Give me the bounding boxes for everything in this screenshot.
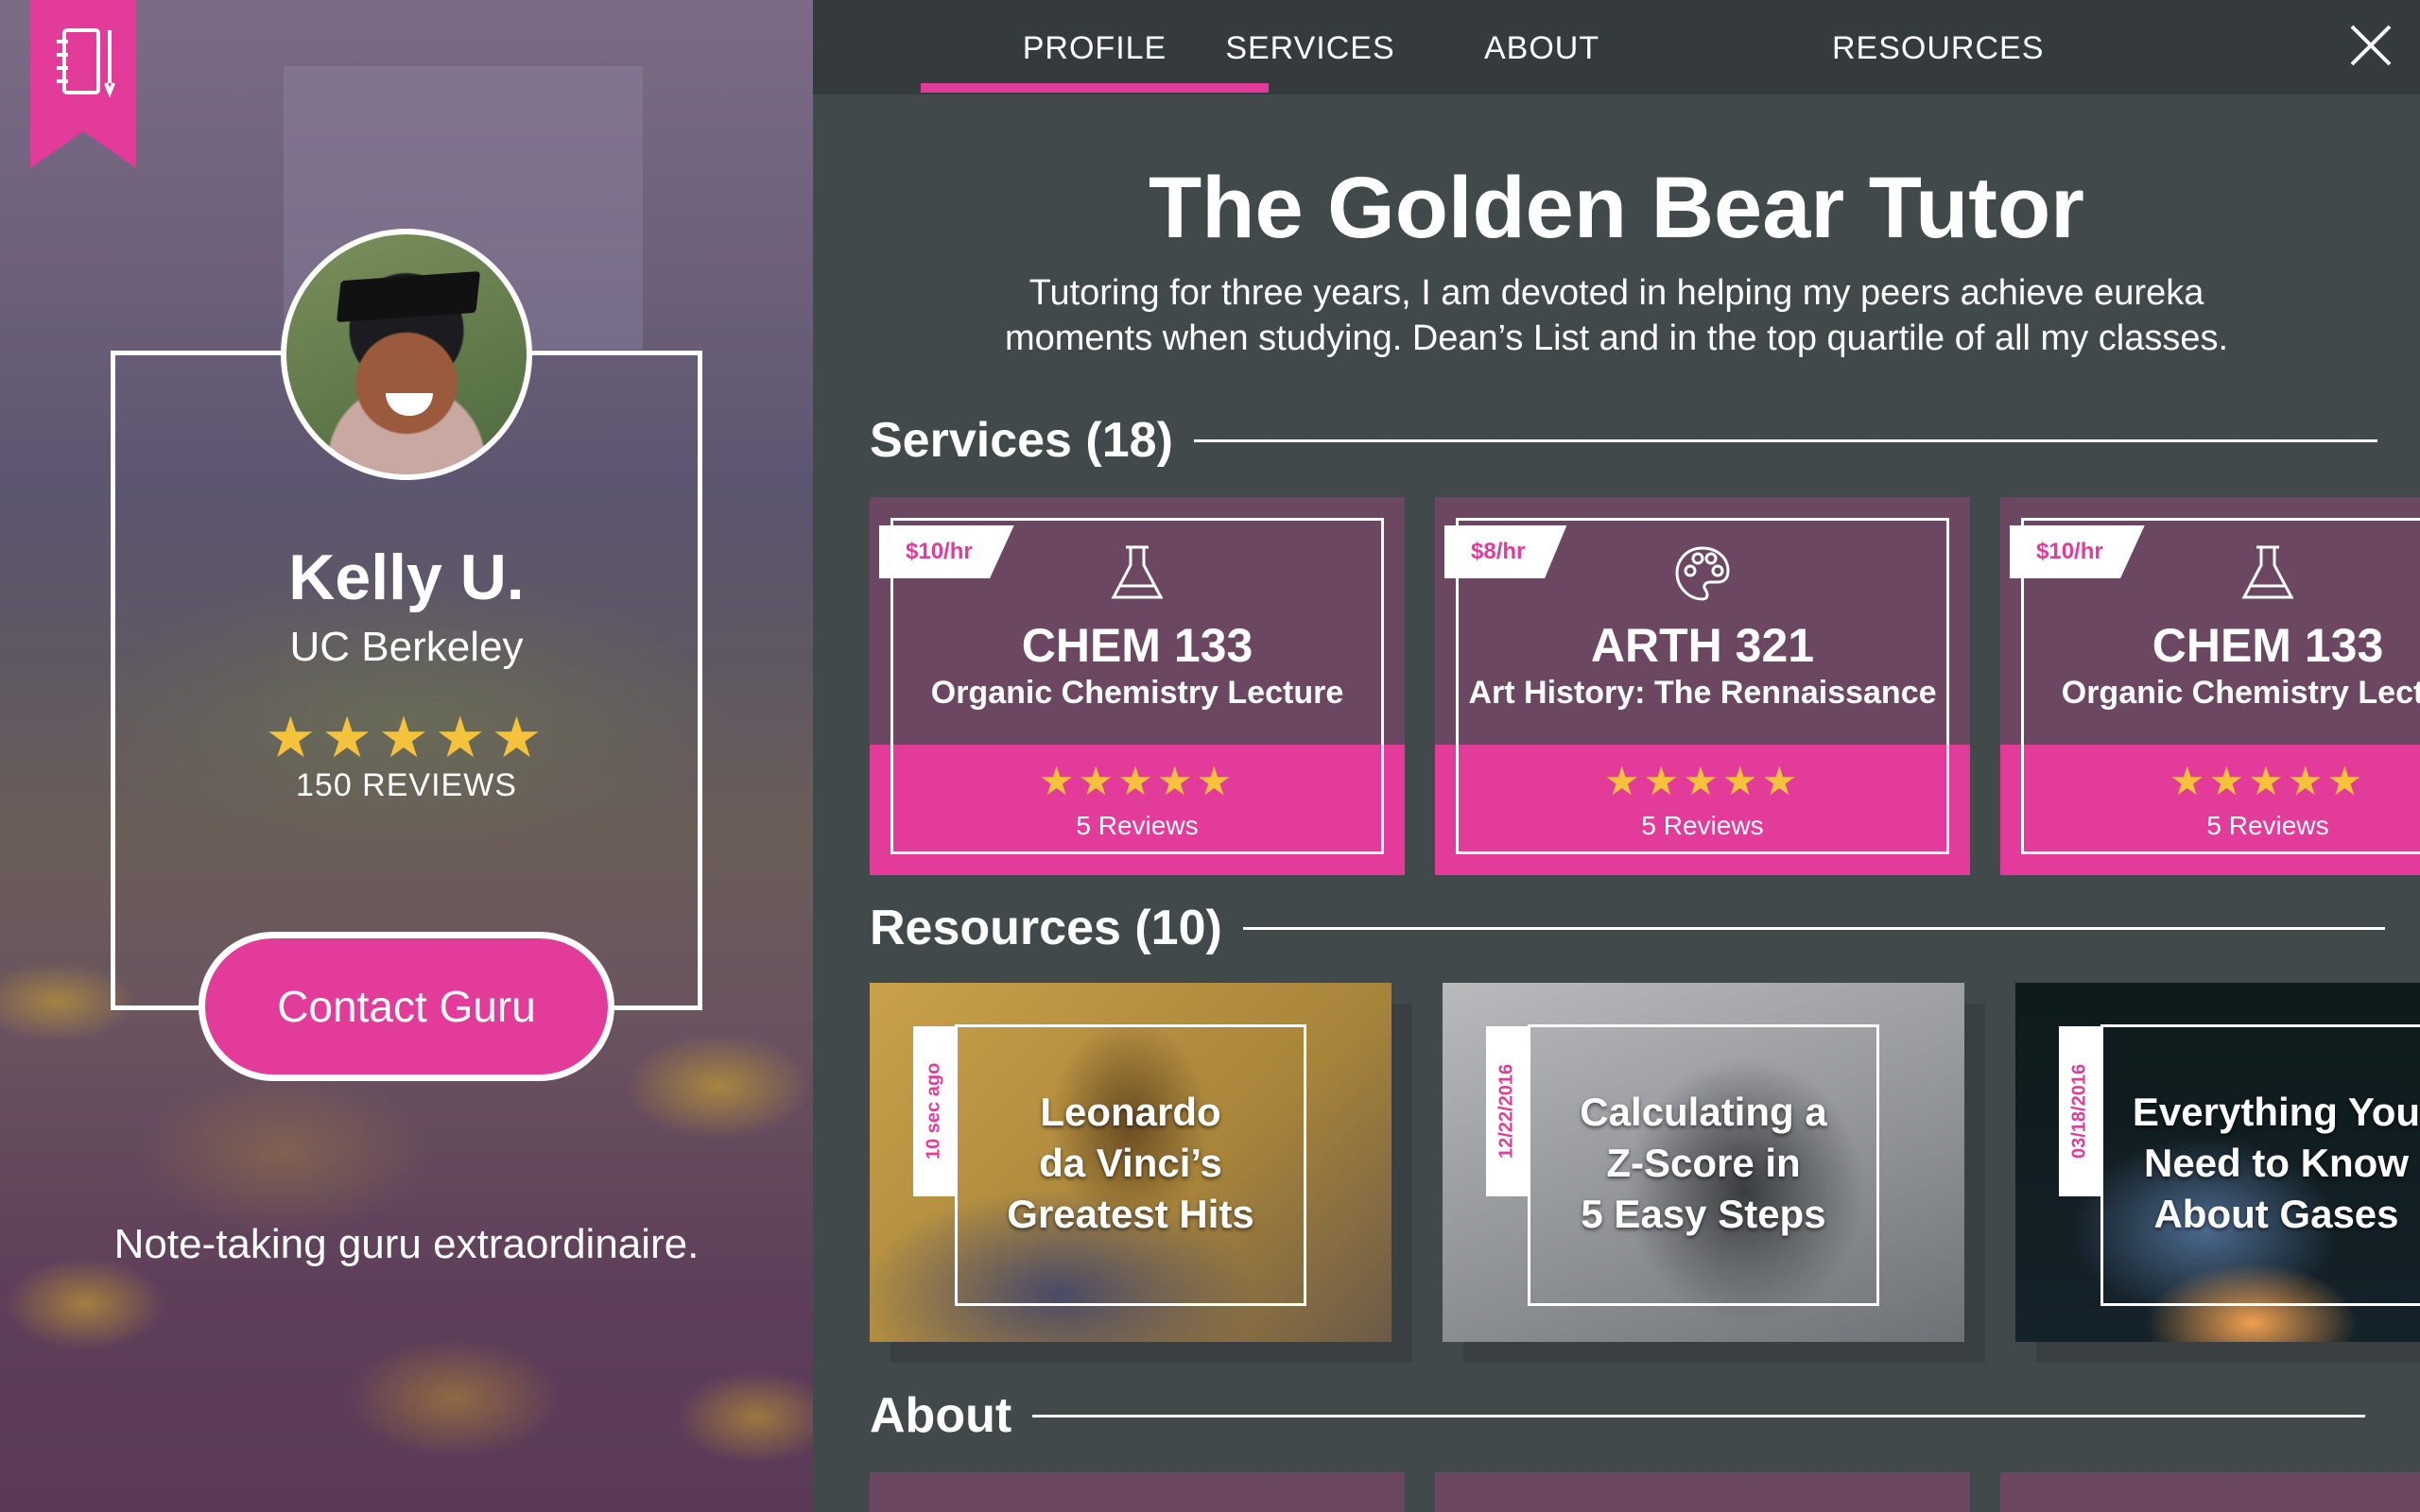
about-card[interactable] <box>2000 1472 2420 1512</box>
course-code: ARTH 321 <box>1590 619 1815 672</box>
main-panel: PROFILE SERVICES ABOUT RESOURCES The Gol… <box>813 0 2420 1512</box>
rating-stars: ★★★★★ <box>2169 759 2367 803</box>
active-tab-indicator <box>921 83 1269 93</box>
contact-guru-button[interactable]: Contact Guru <box>199 932 614 1081</box>
tutor-school: UC Berkeley <box>289 624 524 670</box>
about-card[interactable] <box>870 1472 1405 1512</box>
close-icon[interactable] <box>2348 23 2394 68</box>
about-heading: About <box>870 1387 2420 1444</box>
avatar <box>281 229 532 480</box>
top-nav: PROFILE SERVICES ABOUT RESOURCES <box>813 0 2420 94</box>
rating-stars: ★★★★★ <box>1038 759 1236 803</box>
review-count: 5 Reviews <box>1076 811 1199 840</box>
resource-date: 12/22/2016 <box>1486 1026 1528 1196</box>
about-card[interactable] <box>1435 1472 1970 1512</box>
course-code: CHEM 133 <box>1021 619 1253 672</box>
resource-title: Leonardo da Vinci’s Greatest Hits <box>1007 1090 1254 1236</box>
service-card[interactable]: $10/hr CHEM 133 Organic Chemistry Lectur… <box>870 497 1405 875</box>
flask-icon <box>2241 545 2294 599</box>
review-count[interactable]: 150 REVIEWS <box>0 767 813 804</box>
service-card[interactable]: $10/hr CHEM 133 Organic Chemistry Lectur… <box>2000 497 2420 875</box>
tab-about[interactable]: ABOUT <box>1484 30 1599 67</box>
resource-card[interactable]: 03/18/2016 Everything You Need to Know A… <box>2015 983 2420 1342</box>
resource-title: Calculating a Z-Score in 5 Easy Steps <box>1580 1090 1827 1236</box>
tutor-tagline: Note-taking guru extraordinaire. <box>113 1221 700 1267</box>
tutor-name: Kelly U. <box>288 541 525 613</box>
rating-stars: ★★★★★ <box>1603 759 1802 803</box>
flask-icon <box>1111 545 1164 599</box>
palette-icon <box>1675 546 1730 601</box>
rating-stars: ★★★★★ <box>265 706 548 769</box>
services-heading: Services (18) <box>870 412 2420 469</box>
tab-services[interactable]: SERVICES <box>1136 30 1484 67</box>
course-subject: Organic Chemistry Lecture <box>2061 675 2420 711</box>
bookmark-badge[interactable] <box>30 0 136 168</box>
resources-heading: Resources (10) <box>870 900 2420 956</box>
resource-card[interactable]: 10 sec ago Leonardo da Vinci’s Greatest … <box>870 983 1392 1342</box>
resource-date: 10 sec ago <box>913 1026 955 1196</box>
course-subject: Art History: The Rennaissance <box>1468 675 1937 711</box>
notebook-icon <box>57 28 115 98</box>
resource-date: 03/18/2016 <box>2059 1026 2100 1196</box>
tab-resources[interactable]: RESOURCES <box>1832 30 2043 67</box>
resource-title: Everything You Need to Know About Gases <box>2132 1090 2420 1236</box>
divider <box>1193 438 2377 442</box>
resource-card[interactable]: 12/22/2016 Calculating a Z-Score in 5 Ea… <box>1443 983 1964 1342</box>
profile-panel: Kelly U. UC Berkeley ★★★★★ 150 REVIEWS C… <box>0 0 813 1512</box>
page-intro: Tutoring for three years, I am devoted i… <box>1004 273 2229 358</box>
course-subject: Organic Chemistry Lecture <box>930 675 1344 711</box>
course-code: CHEM 133 <box>2152 619 2384 672</box>
service-card[interactable]: $8/hr ARTH 321 Art History: The Rennaiss… <box>1435 497 1970 875</box>
divider <box>1242 926 2385 930</box>
page-title: The Golden Bear Tutor <box>1149 160 2084 256</box>
review-count: 5 Reviews <box>2206 811 2329 840</box>
divider <box>1032 1414 2366 1418</box>
review-count: 5 Reviews <box>1641 811 1764 840</box>
graduation-cap-icon <box>336 270 481 323</box>
